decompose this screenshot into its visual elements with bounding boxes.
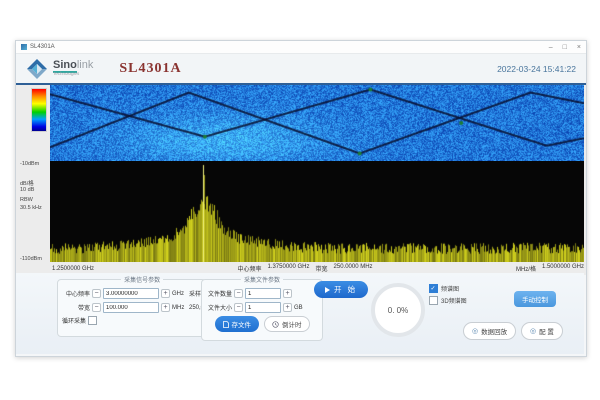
brand-logo: Sinolink Technologies [26, 58, 93, 80]
file-count-increment-button[interactable]: + [283, 289, 292, 298]
spectrum-gutter: -10dBm dB/格 10 dB RBW 30.5 kHz -110dBm [16, 161, 50, 262]
file-size-increment-button[interactable]: + [283, 303, 292, 312]
titlebar: SL4301A – □ × [16, 41, 586, 54]
logo-diamond-icon [26, 58, 48, 80]
file-count-input[interactable] [245, 288, 281, 299]
datetime-display: 2022-03-24 15:41:22 [497, 64, 576, 74]
bandwidth-label: 带宽 [62, 303, 90, 312]
file-size-decrement-button[interactable]: − [234, 303, 243, 312]
rbw-value: 30.5 kHz [20, 205, 42, 211]
center-freq-decrement-button[interactable]: − [92, 289, 101, 298]
maximize-button[interactable]: □ [563, 44, 567, 51]
file-count-label: 文件数量 [206, 289, 232, 298]
center-freq-label: 中心频率 [62, 289, 90, 298]
rbw-label: RBW [20, 197, 33, 203]
checkbox-box-icon [429, 284, 438, 293]
3d-spectrum-view-checkbox[interactable]: 3D频谱图 [429, 296, 467, 305]
close-button[interactable]: × [577, 44, 581, 51]
titlebar-title: SL4301A [30, 44, 55, 50]
waterfall-display [50, 85, 584, 161]
floor-level-label: -110dBm [20, 256, 42, 262]
file-size-label: 文件大小 [206, 303, 232, 312]
control-panel: 采集信号参数 中心频率 − + GHz 采样率 带宽 − + MHz 250,0… [16, 273, 584, 354]
axis-center-label: 中心频率 [237, 264, 261, 273]
file-icon [223, 321, 229, 328]
scale-label: dB/格 [20, 179, 34, 187]
axis-per-div: MHz/格 [516, 264, 536, 273]
spectrum-view-checkbox[interactable]: 频谱图 [429, 284, 459, 293]
clock-icon [272, 321, 279, 328]
display-area: -10dBm dB/格 10 dB RBW 30.5 kHz -110dBm 1… [16, 85, 586, 275]
gear-icon: ◎ [530, 328, 536, 335]
loop-capture-checkbox[interactable] [88, 316, 97, 325]
bandwidth-unit: MHz [172, 305, 184, 311]
file-count-decrement-button[interactable]: − [234, 289, 243, 298]
page-title: SL4301A [119, 61, 181, 77]
loop-capture-label: 循环采集 [62, 316, 86, 325]
axis-span-label: 带宽 [316, 264, 328, 273]
file-size-input[interactable] [245, 302, 281, 313]
checkbox-box-icon [429, 296, 438, 305]
scale-value: 10 dB [20, 187, 34, 193]
progress-value: 0. 0% [388, 306, 408, 315]
logo-subtext: Technologies [53, 72, 93, 77]
progress-gauge: 0. 0% [371, 283, 425, 337]
bandwidth-input[interactable] [103, 302, 159, 313]
file-params-group: 采集文件参数 文件数量 − + 文件大小 − + GB 存文件 [201, 275, 323, 341]
center-freq-unit: GHz [172, 291, 184, 297]
save-file-button[interactable]: 存文件 [215, 316, 260, 332]
app-window: SL4301A – □ × Sinolink Technologies SL43… [15, 40, 587, 357]
file-size-unit: GB [294, 305, 306, 311]
axis-span-value: 250.0000 MHz [334, 264, 373, 273]
file-params-title: 采集文件参数 [241, 275, 283, 284]
manual-control-button[interactable]: 手动控制 [514, 291, 556, 307]
center-freq-input[interactable] [103, 288, 159, 299]
logo-text2: link [77, 59, 94, 71]
start-button[interactable]: 开 始 [314, 281, 368, 298]
ref-level-label: -10dBm [20, 161, 39, 167]
config-button[interactable]: ◎ 配 置 [521, 322, 563, 340]
app-header: Sinolink Technologies SL4301A 2022-03-24… [16, 54, 586, 85]
spectrum-display [50, 161, 584, 262]
center-freq-increment-button[interactable]: + [161, 289, 170, 298]
timer-button[interactable]: 倒计时 [264, 316, 310, 332]
gear-icon: ◎ [472, 328, 478, 335]
minimize-button[interactable]: – [549, 44, 553, 51]
app-icon [21, 44, 27, 50]
play-icon [325, 287, 330, 293]
axis-stop-freq: 1.5000000 GHz [542, 264, 584, 273]
bandwidth-decrement-button[interactable]: − [92, 303, 101, 312]
amplitude-colorbar [31, 88, 47, 132]
axis-start-freq: 1.2500000 GHz [52, 266, 94, 272]
axis-center-value: 1.3750000 GHz [267, 264, 309, 273]
waterfall-gutter [16, 85, 50, 161]
bandwidth-increment-button[interactable]: + [161, 303, 170, 312]
signal-params-title: 采集信号参数 [121, 275, 163, 284]
data-playback-button[interactable]: ◎ 数据回放 [463, 322, 516, 340]
